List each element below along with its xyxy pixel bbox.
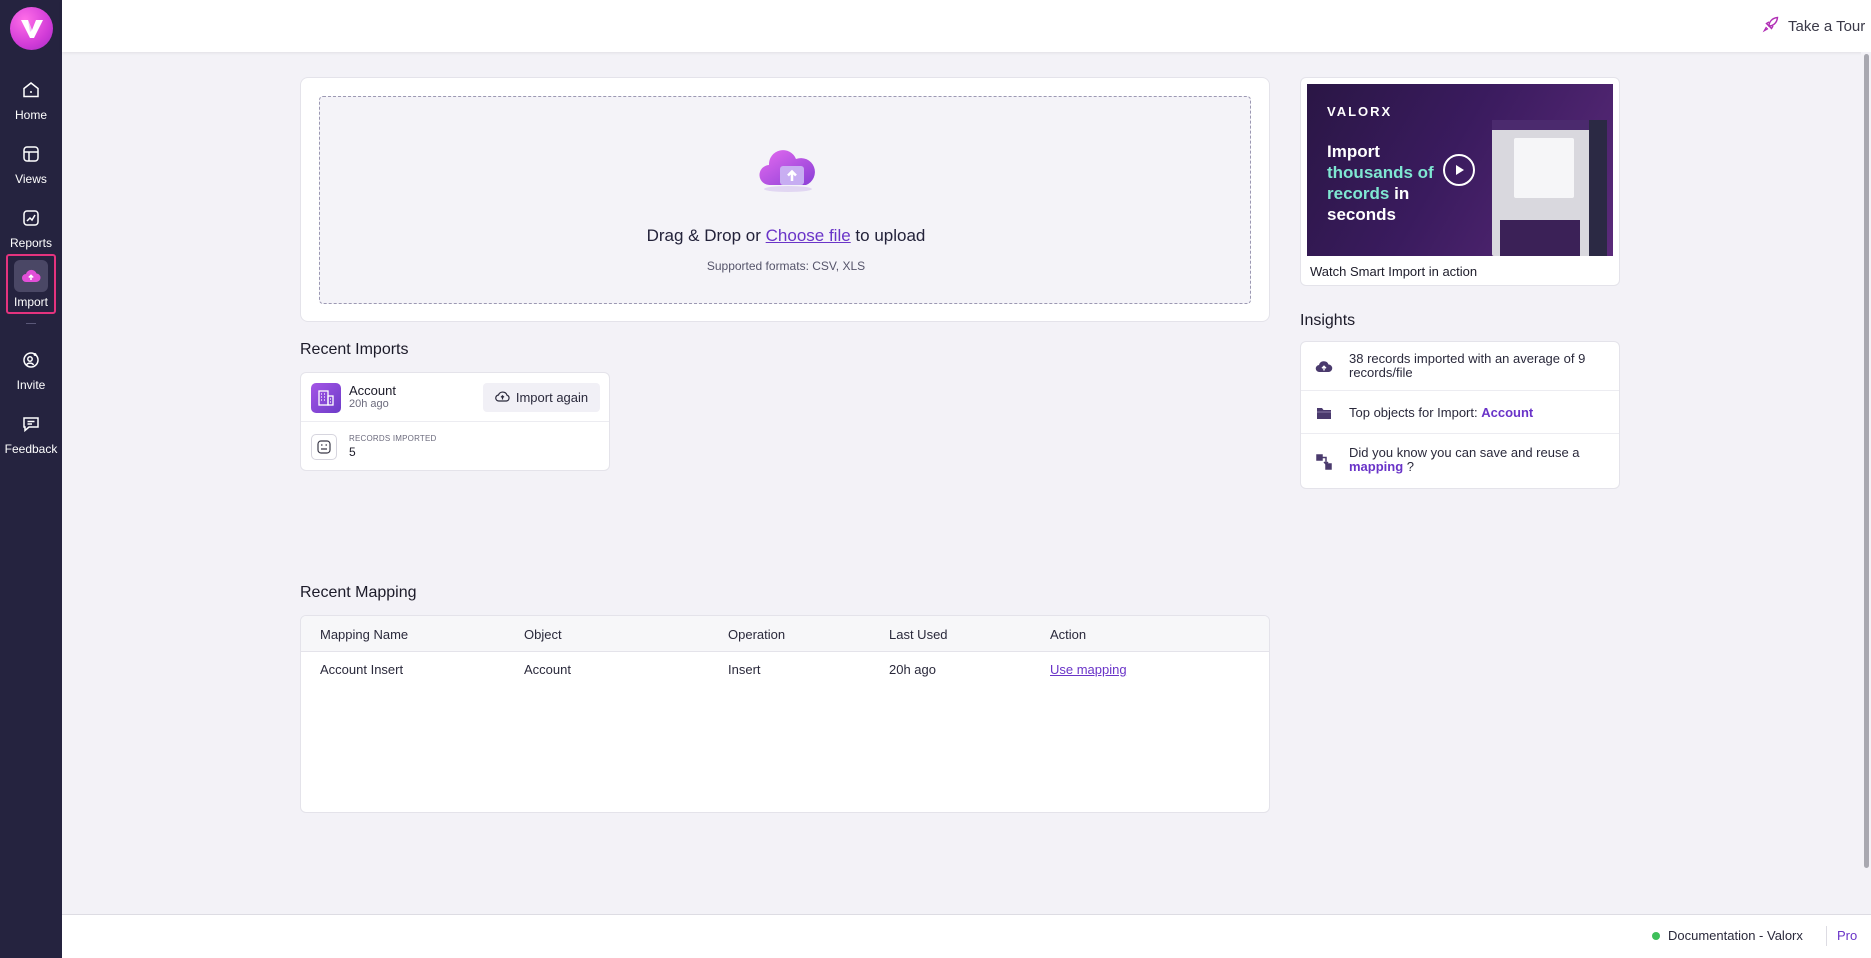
insight-text-part: Top objects for Import:: [1349, 405, 1482, 420]
scrollbar-thumb[interactable]: [1864, 54, 1869, 868]
column-header: Action: [1050, 627, 1087, 642]
reports-icon: [16, 203, 46, 233]
folder-icon: [1315, 404, 1333, 422]
records-imported-value: 5: [349, 445, 356, 459]
sidebar-item-label: Invite: [16, 378, 46, 392]
sidebar-item-label: Reports: [9, 236, 53, 250]
records-imported-label: RECORDS IMPORTED: [349, 434, 437, 443]
import-card-header: Account 20h ago Import again: [301, 373, 609, 422]
sidebar-item-label: Feedback: [4, 442, 58, 456]
mapping-icon: [1315, 453, 1333, 471]
file-dropzone[interactable]: Drag & Drop or Choose file to upload Sup…: [319, 96, 1251, 304]
column-header: Object: [524, 627, 562, 642]
tour-label: Take a Tour: [1788, 17, 1866, 35]
cloud-upload-icon: [1315, 358, 1333, 376]
sidebar-item-reports[interactable]: Reports: [0, 203, 62, 250]
insights-title: Insights: [1300, 312, 1356, 329]
insight-text: Did you know you can save and reuse a ma…: [1349, 446, 1609, 474]
import-again-button[interactable]: Import again: [483, 383, 600, 412]
mapping-table: Mapping Name Object Operation Last Used …: [300, 615, 1270, 813]
sidebar-item-invite[interactable]: Invite: [0, 345, 62, 392]
table-row: Account Insert Account Insert 20h ago Us…: [301, 652, 1269, 686]
footer: Documentation - Valorx Pro: [62, 914, 1871, 958]
insight-text: 38 records imported with an average of 9…: [1349, 351, 1586, 380]
column-header: Mapping Name: [320, 627, 409, 642]
dropzone-suffix: to upload: [850, 226, 926, 245]
video-headline-highlight: thousands of records: [1327, 163, 1434, 203]
last-used-cell: 20h ago: [889, 662, 936, 677]
sidebar-item-feedback[interactable]: Feedback: [0, 409, 62, 456]
video-caption: Watch Smart Import in action: [1310, 264, 1478, 279]
import-time: 20h ago: [349, 398, 389, 410]
invite-icon: [16, 345, 46, 375]
mapping-link[interactable]: mapping: [1349, 459, 1403, 474]
sidebar-item-views[interactable]: Views: [0, 139, 62, 186]
choose-file-link[interactable]: Choose file: [766, 226, 851, 245]
insight-text: Top objects for Import: Account: [1349, 406, 1609, 420]
object-cell: Account: [524, 662, 571, 677]
import-icon: [14, 260, 48, 292]
video-headline-part: Import: [1327, 142, 1380, 161]
sidebar-item-import[interactable]: Import: [6, 254, 56, 314]
status-dot-icon: [1652, 931, 1660, 940]
table-header: Mapping Name Object Operation Last Used …: [301, 616, 1269, 652]
dropzone-prefix: Drag & Drop or: [646, 226, 766, 245]
sidebar-item-label: Home: [14, 108, 47, 122]
sidebar-item-label: Views: [15, 172, 47, 186]
mapping-name-cell: Account Insert: [320, 662, 404, 677]
sidebar-divider: [26, 323, 36, 324]
use-mapping-link[interactable]: Use mapping: [1050, 662, 1127, 677]
documentation-label: Documentation - Valorx: [1668, 928, 1803, 943]
footer-divider: [1826, 926, 1827, 946]
take-a-tour-button[interactable]: Take a Tour: [1762, 15, 1865, 37]
upload-card: Drag & Drop or Choose file to upload Sup…: [300, 77, 1270, 322]
insights-card: 38 records imported with an average of 9…: [1300, 341, 1620, 489]
feedback-icon: [16, 409, 46, 439]
play-icon[interactable]: [1443, 154, 1475, 186]
import-object-name: Account: [349, 383, 396, 398]
home-icon: [16, 75, 46, 105]
sidebar: Home Views Reports Import Invite Feedbac…: [0, 0, 62, 958]
top-object-link[interactable]: Account: [1481, 405, 1533, 420]
operation-cell: Insert: [728, 662, 761, 677]
documentation-link[interactable]: Documentation - Valorx: [1652, 928, 1803, 943]
top-bar: Take a Tour: [62, 0, 1871, 52]
valorx-logo[interactable]: [10, 7, 53, 50]
rocket-icon: [1762, 15, 1780, 37]
video-thumbnail[interactable]: VALORX Import thousands of records in se…: [1307, 84, 1613, 256]
insight-text-part: ?: [1403, 459, 1415, 474]
pro-badge[interactable]: Pro: [1837, 928, 1857, 943]
insight-text-part: Did you know you can save and reuse a: [1349, 445, 1580, 460]
column-header: Last Used: [889, 627, 948, 642]
video-screenshot-preview: [1492, 120, 1607, 256]
insight-item: Did you know you can save and reuse a ma…: [1301, 434, 1619, 489]
insight-item: 38 records imported with an average of 9…: [1301, 342, 1619, 391]
cloud-upload-small-icon: [495, 390, 510, 406]
building-icon: [311, 383, 341, 413]
supported-formats: Supported formats: CSV, XLS: [706, 259, 866, 273]
sidebar-item-label: Import: [13, 295, 48, 309]
recent-imports-title: Recent Imports: [300, 341, 409, 358]
video-card: VALORX Import thousands of records in se…: [1300, 77, 1620, 286]
records-icon: [311, 434, 337, 460]
dropzone-text: Drag & Drop or Choose file to upload: [320, 226, 1252, 246]
recent-import-card: Account 20h ago Import again RECORDS IMP…: [300, 372, 610, 471]
import-again-label: Import again: [515, 390, 589, 405]
column-header: Operation: [728, 627, 786, 642]
video-brand: VALORX: [1327, 104, 1393, 119]
recent-mapping-title: Recent Mapping: [300, 584, 417, 601]
views-icon: [16, 139, 46, 169]
cloud-upload-icon: [758, 143, 818, 193]
insight-item: Top objects for Import: Account: [1301, 391, 1619, 434]
sidebar-item-home[interactable]: Home: [0, 75, 62, 122]
